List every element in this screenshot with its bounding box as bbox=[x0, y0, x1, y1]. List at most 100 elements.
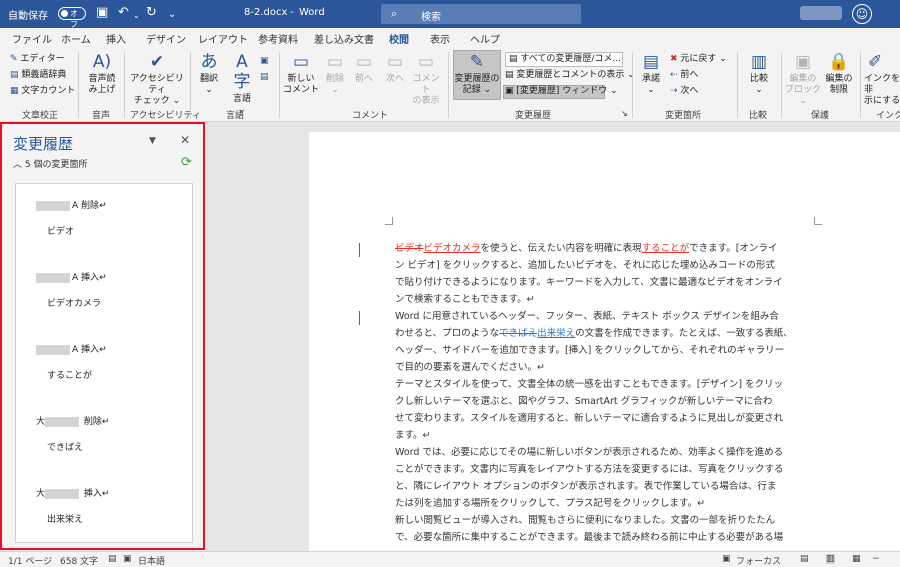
language-extra-icon[interactable]: ▣ bbox=[260, 56, 269, 67]
markup-select-value: すべての変更履歴/コメ... bbox=[520, 54, 622, 64]
revision-header: 大 挿入↵ bbox=[36, 488, 110, 499]
translate-label: 翻訳 bbox=[199, 74, 218, 84]
accessibility-label-1: アクセシビリティ bbox=[130, 74, 184, 95]
translate-button[interactable]: あ 翻訳 ⌄ bbox=[195, 52, 223, 96]
reviewing-pane-button[interactable]: ▣ [変更履歴] ウィンドウ ⌄ bbox=[505, 86, 618, 97]
doc-line: で目的の要素を選んでください。↵ bbox=[395, 362, 545, 373]
pane-options-icon[interactable]: ▼ bbox=[149, 136, 156, 146]
markup-icon: ▤ bbox=[509, 54, 521, 64]
wordcount-label: 文字カウント bbox=[21, 86, 76, 96]
next-comment-button[interactable]: ▭ 次へ bbox=[383, 52, 407, 85]
search-box[interactable]: ⌕ 検索 bbox=[381, 4, 581, 24]
divider bbox=[448, 52, 449, 118]
track-changes-icon: ✎ bbox=[469, 52, 485, 72]
show-comments-label-2: の表示 bbox=[412, 96, 440, 106]
editor-button[interactable]: ✎ エディター bbox=[10, 54, 65, 65]
doc-line: たは列を追加する場所をクリックして、プラス記号をクリックします。↵ bbox=[395, 498, 706, 509]
doc-line: ことができます。文書内に写真をレイアウトする方法を変更するには、写真をクリックす… bbox=[395, 464, 784, 475]
autosave-toggle[interactable]: オフ bbox=[58, 7, 86, 29]
read-mode-icon[interactable]: ▤ bbox=[800, 554, 809, 564]
tab-layout[interactable]: レイアウト bbox=[198, 31, 248, 46]
show-markup-label: 変更履歴とコメントの表示 ⌄ bbox=[516, 70, 635, 80]
revision-item[interactable]: 大 削除↵ できばえ bbox=[16, 414, 192, 484]
restrict-editing-label-2: 制限 bbox=[829, 85, 848, 95]
proofing-icon[interactable]: ▤ bbox=[108, 554, 117, 564]
zoom-out-icon[interactable]: − bbox=[872, 554, 880, 564]
prev-change-button[interactable]: ⇠ 前へ bbox=[670, 70, 698, 81]
restrict-editing-button[interactable]: 🔒 編集の 制限 bbox=[823, 52, 855, 96]
language-status[interactable]: 日本語 bbox=[138, 554, 165, 567]
customize-qat-icon[interactable]: ⌄ bbox=[168, 7, 176, 23]
tab-mailings[interactable]: 差し込み文書 bbox=[314, 31, 374, 46]
print-layout-icon[interactable]: ▥ bbox=[826, 554, 835, 564]
tab-insert[interactable]: 挿入 bbox=[106, 31, 126, 46]
undo-dropdown-icon[interactable]: ⌄ bbox=[133, 8, 140, 24]
save-icon[interactable]: ▣ bbox=[96, 5, 108, 21]
compare-label: 比較 bbox=[749, 74, 768, 84]
tracking-options-icon[interactable]: ↘ bbox=[621, 108, 628, 119]
document-body[interactable]: ビデオビデオカメラを使うと、伝えたい内容を明確に表現することができます。[オンラ… bbox=[395, 240, 823, 546]
chevron-down-icon: ⌄ bbox=[331, 85, 339, 95]
language-button[interactable]: A字 言語 ⌄ bbox=[228, 52, 256, 116]
track-changes-button[interactable]: ✎ 変更履歴の 記録 ⌄ bbox=[453, 52, 501, 96]
accessibility-status-icon[interactable]: ▣ bbox=[123, 554, 132, 564]
group-tracking: 変更履歴 bbox=[515, 111, 552, 121]
page-indicator[interactable]: 1/1 ページ bbox=[8, 554, 52, 567]
read-aloud-icon: A) bbox=[92, 52, 112, 72]
block-authors-button[interactable]: ▣ 編集の ブロック ⌄ bbox=[785, 52, 821, 107]
revision-author: A bbox=[72, 273, 79, 283]
show-markup-button[interactable]: ▤ 変更履歴とコメントの表示 ⌄ bbox=[505, 70, 635, 81]
track-changes-label-2: 記録 ⌄ bbox=[462, 85, 492, 95]
accept-button[interactable]: ▤ 承諾 ⌄ bbox=[637, 52, 665, 96]
tab-references[interactable]: 参考資料 bbox=[258, 31, 298, 46]
delete-comment-button[interactable]: ▭ 削除 ⌄ bbox=[322, 52, 348, 96]
reject-button[interactable]: ✖ 元に戻す ⌄ bbox=[670, 54, 727, 65]
focus-icon[interactable]: ▣ bbox=[722, 554, 731, 564]
tab-help[interactable]: ヘルプ bbox=[470, 31, 500, 46]
revision-item[interactable]: A 挿入↵ ビデオカメラ bbox=[16, 270, 192, 340]
language-extra-icon-2[interactable]: ▤ bbox=[260, 72, 269, 83]
revision-item[interactable]: A 挿入↵ することが bbox=[16, 342, 192, 412]
show-comments-button[interactable]: ▭ コメント の表示 bbox=[410, 52, 442, 107]
doc-text: を使うと、伝えたい内容を明確に表現 bbox=[480, 243, 642, 254]
tab-view[interactable]: 表示 bbox=[430, 31, 450, 46]
redo-icon[interactable]: ↻ bbox=[146, 5, 157, 21]
revision-item[interactable]: 大 挿入↵ 出来栄え bbox=[16, 486, 192, 556]
revision-item[interactable]: A 削除↵ ビデオ bbox=[16, 198, 192, 268]
hide-ink-button[interactable]: ✐ インクを非 示にする bbox=[864, 52, 900, 107]
chevron-down-icon: ⌄ bbox=[755, 85, 763, 95]
accessibility-check-button[interactable]: ✔ アクセシビリティ チェック ⌄ bbox=[127, 52, 187, 107]
revision-action: 挿入 bbox=[81, 345, 100, 355]
close-icon[interactable]: ✕ bbox=[180, 133, 190, 147]
web-layout-icon[interactable]: ▦ bbox=[852, 554, 861, 564]
change-bar bbox=[359, 243, 360, 257]
tab-design[interactable]: デザイン bbox=[146, 31, 186, 46]
refresh-icon[interactable]: ⟳ bbox=[181, 155, 192, 170]
search-placeholder: 検索 bbox=[421, 12, 441, 23]
markup-select[interactable]: ▤ すべての変更履歴/コメ... bbox=[505, 52, 623, 67]
word-count[interactable]: 658 文字 bbox=[60, 554, 98, 567]
divider bbox=[781, 52, 782, 118]
new-comment-button[interactable]: ▭ 新しい コメント bbox=[283, 52, 319, 96]
document-page[interactable]: ビデオビデオカメラを使うと、伝えたい内容を明確に表現することができます。[オンラ… bbox=[309, 132, 900, 551]
block-authors-label-1: 編集の bbox=[789, 74, 817, 84]
language-icon: A字 bbox=[233, 52, 251, 92]
divider bbox=[632, 52, 633, 118]
revision-count[interactable]: ︿ 5 個の変更箇所 bbox=[13, 157, 87, 170]
tab-file[interactable]: ファイル bbox=[12, 31, 52, 46]
read-aloud-button[interactable]: A) 音声読 み上げ bbox=[83, 52, 121, 96]
avatar[interactable]: ☺ bbox=[852, 4, 872, 24]
read-aloud-label-1: 音声読 bbox=[88, 74, 116, 84]
next-change-button[interactable]: ⇢ 次へ bbox=[670, 86, 698, 97]
undo-icon[interactable]: ↶ bbox=[118, 5, 129, 21]
thesaurus-button[interactable]: ▤ 類義語辞典 bbox=[10, 70, 66, 81]
new-comment-label-1: 新しい bbox=[287, 74, 315, 84]
wordcount-button[interactable]: ▦ 文字カウント bbox=[10, 86, 75, 97]
restrict-editing-label-1: 編集の bbox=[825, 74, 853, 84]
focus-mode[interactable]: フォーカス bbox=[736, 554, 781, 567]
accept-icon: ▤ bbox=[642, 52, 660, 72]
compare-button[interactable]: ▥ 比較 ⌄ bbox=[743, 52, 775, 96]
reviewing-pane-icon: ▣ bbox=[505, 86, 517, 96]
tab-home[interactable]: ホーム bbox=[61, 31, 91, 46]
prev-comment-button[interactable]: ▭ 前へ bbox=[352, 52, 376, 85]
